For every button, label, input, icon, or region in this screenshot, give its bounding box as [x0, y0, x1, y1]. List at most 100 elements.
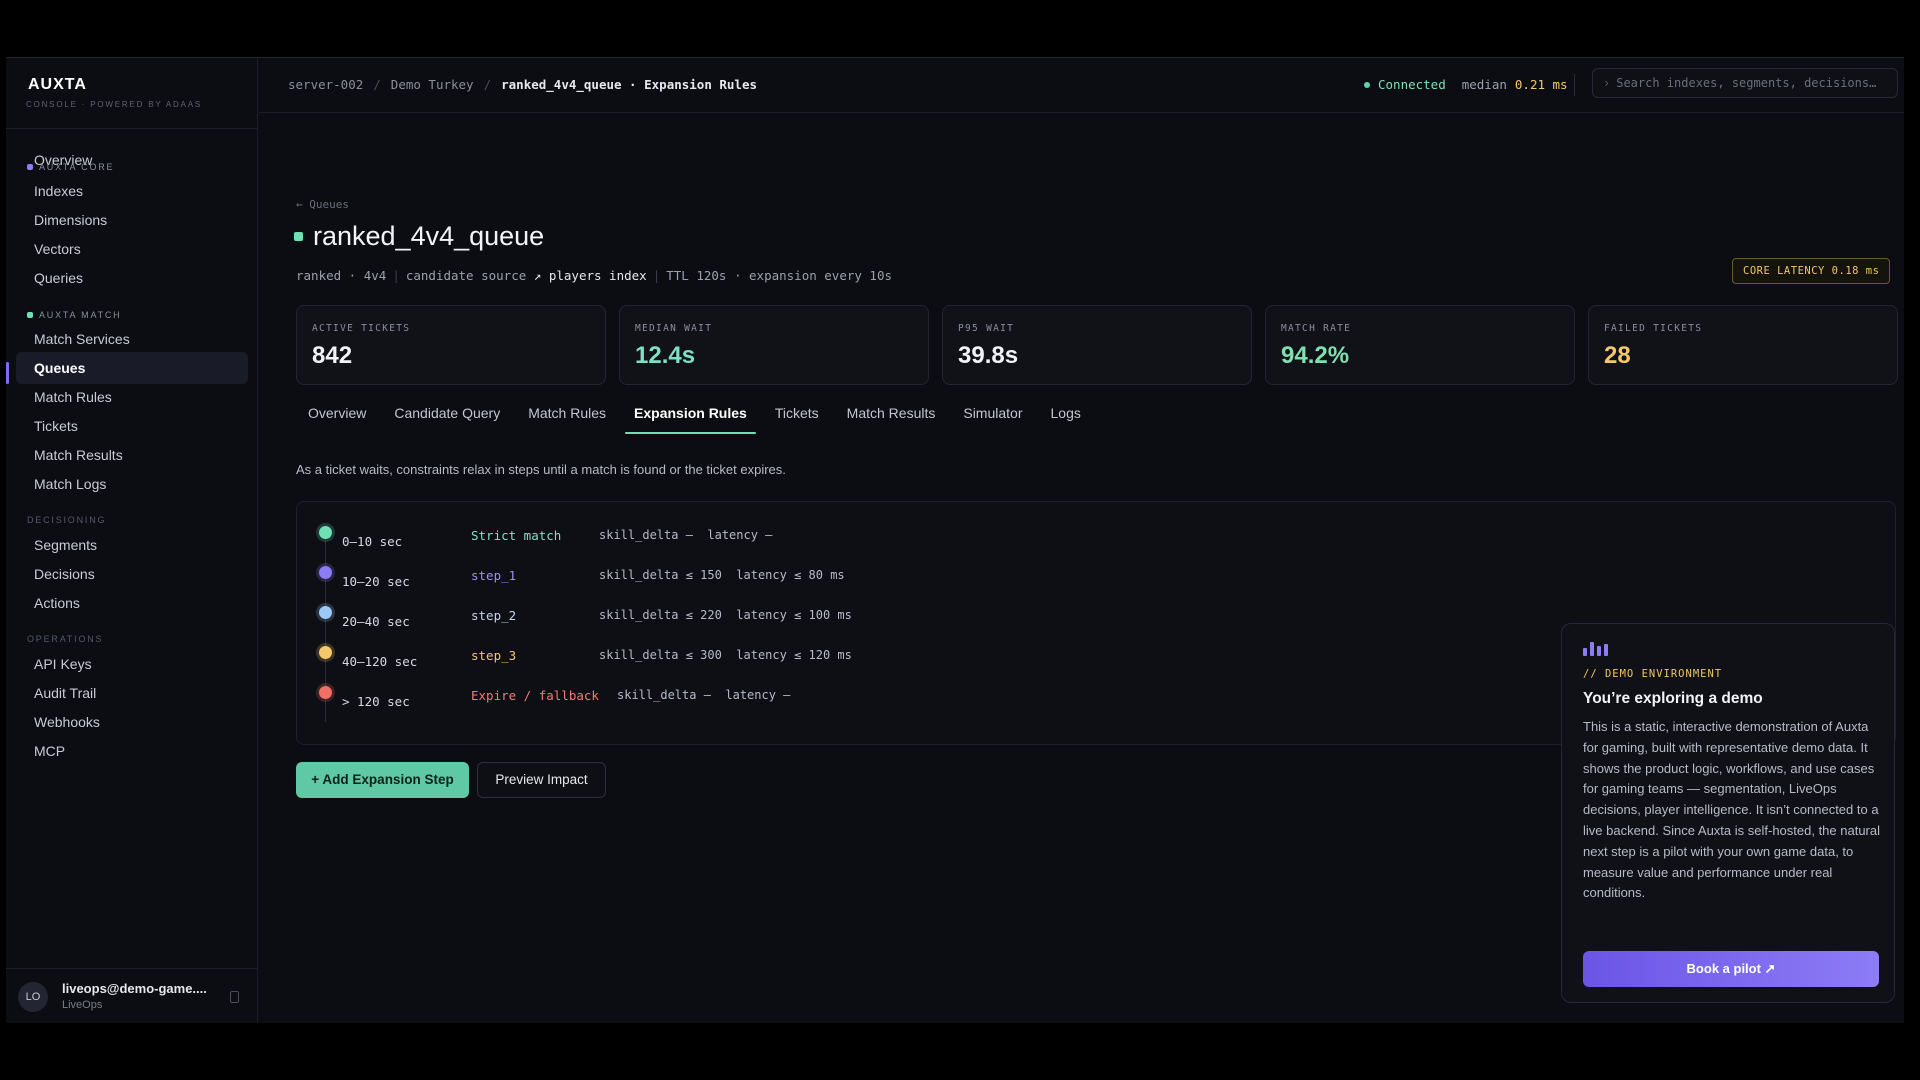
avatar: LO	[18, 982, 48, 1012]
breadcrumb: server-002 / Demo Turkey / ranked_4v4_qu…	[288, 77, 757, 92]
logo: AUXTA	[28, 76, 87, 93]
user-menu-icon[interactable]	[230, 991, 239, 1003]
step-params: skill_delta — latency —	[617, 688, 791, 702]
sidebar-item-segments[interactable]: Segments	[16, 529, 248, 561]
tab-candidate-query[interactable]: Candidate Query	[380, 392, 514, 434]
preview-impact-button[interactable]: Preview Impact	[477, 762, 606, 798]
user-role: LiveOps	[62, 999, 103, 1011]
tab-match-rules[interactable]: Match Rules	[514, 392, 620, 434]
queue-ttl: TTL 120s	[666, 268, 727, 283]
candidate-source-link[interactable]: ↗ players index	[534, 268, 647, 283]
expansion-step[interactable]: 0–10 sec Strict match skill_delta — late…	[297, 526, 1895, 550]
topbar-divider	[1574, 74, 1575, 96]
sidebar-item-match-results[interactable]: Match Results	[16, 439, 248, 471]
sidebar-section-title: AUXTA CORE	[39, 162, 115, 172]
queue-mode: ranked	[296, 268, 342, 283]
tab-overview[interactable]: Overview	[294, 392, 380, 434]
sidebar-item-api-keys[interactable]: API Keys	[16, 648, 248, 680]
tab-match-results[interactable]: Match Results	[833, 392, 950, 434]
stat-label: FAILED TICKETS	[1604, 323, 1703, 334]
tab-simulator[interactable]: Simulator	[949, 392, 1036, 434]
sidebar-item-webhooks[interactable]: Webhooks	[16, 706, 248, 738]
stat-card-match-rate: MATCH RATE 94.2%	[1265, 305, 1575, 385]
breadcrumb-server[interactable]: server-002	[288, 77, 363, 92]
step-dot-icon	[319, 646, 332, 659]
step-time: > 120 sec	[342, 694, 410, 709]
stat-card-median-wait: MEDIAN WAIT 12.4s	[619, 305, 929, 385]
book-pilot-button[interactable]: Book a pilot ↗	[1583, 951, 1879, 987]
stat-label: MEDIAN WAIT	[635, 323, 713, 334]
meta-separator: |	[392, 268, 400, 283]
stat-value: 12.4s	[635, 342, 696, 369]
sidebar-section-title: DECISIONING	[27, 515, 107, 525]
app-window: AUXTA CONSOLE · POWERED BY ADAAS Overvie…	[6, 57, 1904, 1023]
sidebar-item-queries[interactable]: Queries	[16, 262, 248, 294]
sidebar-item-dimensions[interactable]: Dimensions	[16, 204, 248, 236]
topbar: server-002 / Demo Turkey / ranked_4v4_qu…	[259, 58, 1904, 113]
sidebar-section-auxta-core: AUXTA CORE	[27, 162, 114, 172]
back-link[interactable]: ← Queues	[296, 198, 349, 211]
sidebar-item-match-services[interactable]: Match Services	[16, 323, 248, 355]
sidebar-item-actions[interactable]: Actions	[16, 587, 248, 619]
breadcrumb-project[interactable]: Demo Turkey	[391, 77, 474, 92]
step-dot-icon	[319, 686, 332, 699]
sidebar-item-tickets[interactable]: Tickets	[16, 410, 248, 442]
user-profile[interactable]: LO liveops@demo-game.... LiveOps	[6, 968, 258, 1023]
expansion-description: As a ticket waits, constraints relax in …	[296, 462, 786, 477]
connection-label: Connected	[1378, 77, 1446, 92]
sidebar-section-decisioning: DECISIONING	[27, 515, 106, 525]
search-input[interactable]: › Search indexes, segments, decisions…	[1592, 68, 1898, 98]
stat-card-failed-tickets: FAILED TICKETS 28	[1588, 305, 1898, 385]
median-value: 0.21 ms	[1514, 77, 1568, 92]
sidebar-item-match-rules[interactable]: Match Rules	[16, 381, 248, 413]
step-time: 0–10 sec	[342, 534, 403, 549]
step-name: Strict match	[471, 528, 562, 543]
active-indicator	[6, 362, 9, 384]
add-expansion-step-button[interactable]: + Add Expansion Step	[296, 762, 469, 798]
sidebar-item-queues[interactable]: Queues	[16, 352, 248, 384]
tab-logs[interactable]: Logs	[1037, 392, 1095, 434]
queue-meta: ranked · 4v4 | candidate source ↗ players …	[296, 268, 893, 283]
tab-expansion-rules[interactable]: Expansion Rules	[620, 392, 761, 434]
step-name: step_1	[471, 568, 517, 583]
demo-environment-panel: // DEMO ENVIRONMENT You’re exploring a d…	[1561, 623, 1895, 1003]
step-params: skill_delta ≤ 220 latency ≤ 100 ms	[599, 608, 852, 622]
queue-expansion: expansion every 10s	[749, 268, 893, 283]
stat-value: 39.8s	[958, 342, 1019, 369]
step-params: skill_delta — latency —	[599, 528, 773, 542]
section-dot-icon	[27, 164, 33, 170]
search-placeholder: Search indexes, segments, decisions…	[1616, 76, 1877, 90]
demo-kicker: // DEMO ENVIRONMENT	[1583, 668, 1723, 680]
bar-chart-icon	[1583, 642, 1608, 656]
expansion-step[interactable]: 10–20 sec step_1 skill_delta ≤ 150 laten…	[297, 566, 1895, 590]
sidebar-item-decisions[interactable]: Decisions	[16, 558, 248, 590]
sidebar-item-indexes[interactable]: Indexes	[16, 175, 248, 207]
demo-body: This is a static, interactive demonstrat…	[1583, 719, 1881, 901]
status-dot-icon	[1364, 81, 1370, 88]
sidebar-item-vectors[interactable]: Vectors	[16, 233, 248, 265]
stat-value: 842	[312, 342, 353, 369]
sidebar-section-auxta-match: AUXTA MATCH	[27, 310, 121, 320]
breadcrumb-separator: /	[483, 77, 492, 92]
step-name: step_3	[471, 648, 517, 663]
stat-value: 94.2%	[1281, 342, 1350, 369]
sidebar-section-title: AUXTA MATCH	[39, 310, 122, 320]
stat-label: MATCH RATE	[1281, 323, 1352, 334]
breadcrumb-separator: /	[373, 77, 381, 92]
stat-value: 28	[1604, 342, 1631, 369]
median-label: median	[1461, 77, 1507, 92]
tab-tickets[interactable]: Tickets	[761, 392, 833, 434]
queue-status-icon	[294, 232, 303, 241]
queue-format: 4v4	[363, 268, 387, 283]
logo-subtitle: CONSOLE · POWERED BY ADAAS	[26, 100, 203, 109]
tab-bar: Overview Candidate Query Match Rules Exp…	[294, 392, 1095, 434]
step-dot-icon	[319, 606, 332, 619]
sidebar-section-operations: OPERATIONS	[27, 634, 103, 644]
sidebar-item-audit-trail[interactable]: Audit Trail	[16, 677, 248, 709]
meta-separator: |	[652, 268, 661, 283]
sidebar-item-mcp[interactable]: MCP	[16, 735, 248, 767]
sidebar-item-match-logs[interactable]: Match Logs	[16, 468, 248, 500]
stat-label: ACTIVE TICKETS	[312, 323, 411, 334]
step-dot-icon	[319, 526, 332, 539]
sidebar-divider	[6, 128, 258, 129]
